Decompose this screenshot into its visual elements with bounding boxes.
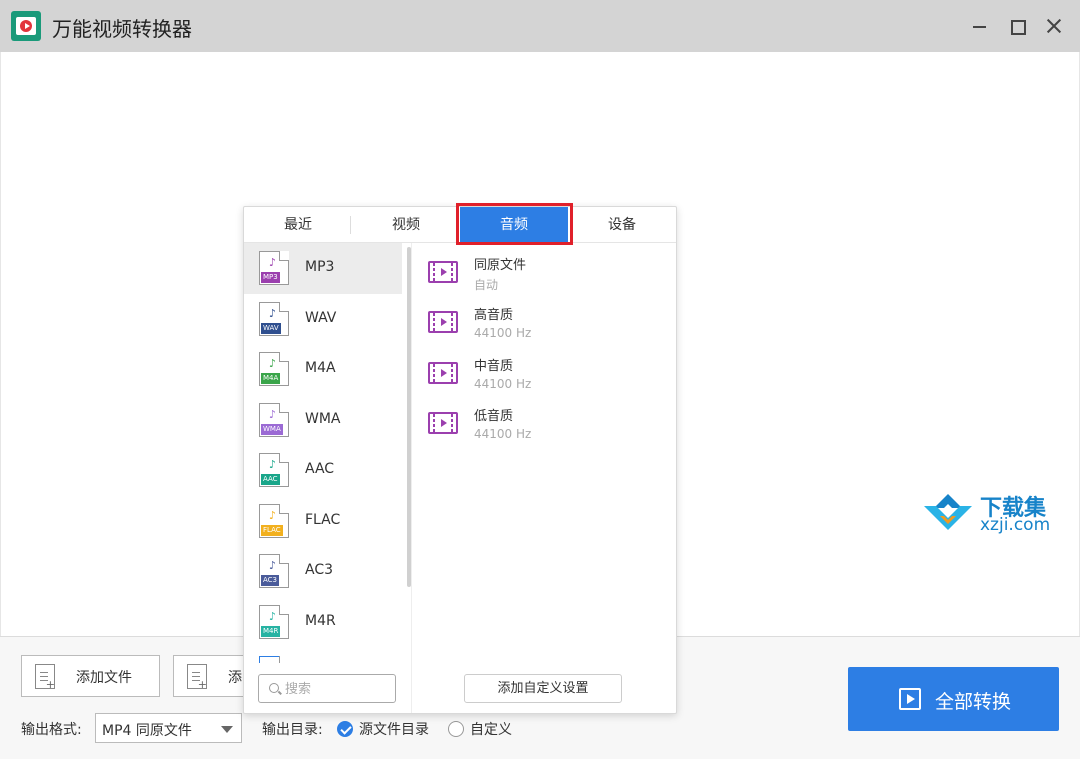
preset-item[interactable]: 同原文件 自动 xyxy=(428,249,668,300)
output-format-value: MP4 同原文件 xyxy=(102,723,192,739)
output-format-select[interactable]: MP4 同原文件 xyxy=(95,713,242,743)
preset-name: 低音质 xyxy=(474,409,514,424)
preset-item[interactable]: 高音质 44100 Hz xyxy=(428,299,668,350)
source-dir-label[interactable]: 源文件目录 xyxy=(359,719,429,739)
video-file-icon xyxy=(428,311,458,333)
maximize-icon[interactable] xyxy=(1003,12,1031,40)
format-item-m4a[interactable]: ♪ M4A M4A xyxy=(244,344,402,395)
preset-name: 高音质 xyxy=(474,308,514,323)
add-folder-label: 添 xyxy=(228,670,242,686)
video-file-icon xyxy=(428,412,458,434)
add-file-button[interactable]: 添加文件 xyxy=(21,655,160,697)
format-label: AC3 xyxy=(305,562,334,578)
preset-detail: 自动 xyxy=(474,278,499,292)
tab-video[interactable]: 视频 xyxy=(352,207,460,243)
app-logo-icon xyxy=(11,11,41,41)
aac-file-icon: ♪ AAC xyxy=(259,453,289,487)
tab-recent[interactable]: 最近 xyxy=(244,207,352,243)
add-file-label: 添加文件 xyxy=(76,670,132,686)
preset-detail: 44100 Hz xyxy=(474,377,532,391)
format-item-ac3[interactable]: ♪ AC3 AC3 xyxy=(244,546,402,597)
play-icon xyxy=(899,688,921,710)
tab-device[interactable]: 设备 xyxy=(568,207,676,243)
video-file-icon xyxy=(428,362,458,384)
format-search[interactable] xyxy=(258,674,396,703)
format-item-mp3[interactable]: ♪ MP3 MP3 xyxy=(244,243,402,294)
add-folder-icon xyxy=(187,664,207,691)
format-item-wma[interactable]: ♪ WMA WMA xyxy=(244,395,402,446)
format-popup: 最近 视频 音频 设备 ♪ MP3 MP3 ♪ WAV WAV ♪ M4A M4… xyxy=(243,203,677,714)
format-item-wav[interactable]: ♪ WAV WAV xyxy=(244,294,402,345)
preset-name: 同原文件 xyxy=(474,258,527,273)
chevron-down-icon xyxy=(221,726,233,733)
format-item-m4r[interactable]: ♪ M4R M4R xyxy=(244,597,402,648)
flac-file-icon: ♪ FLAC xyxy=(259,504,289,538)
preset-item[interactable]: 低音质 44100 Hz xyxy=(428,400,668,451)
format-label: M4A xyxy=(305,360,336,376)
format-item-partial[interactable] xyxy=(244,648,402,663)
watermark-logo-icon xyxy=(922,492,974,532)
format-label: M4R xyxy=(305,613,336,629)
format-item-flac[interactable]: ♪ FLAC FLAC xyxy=(244,496,402,547)
format-label: FLAC xyxy=(305,512,341,528)
add-custom-setting-button[interactable]: 添加自定义设置 xyxy=(464,674,622,703)
tab-divider xyxy=(350,216,351,234)
wma-file-icon: ♪ WMA xyxy=(259,403,289,437)
search-input[interactable] xyxy=(285,679,385,699)
preset-item[interactable]: 中音质 44100 Hz xyxy=(428,350,668,401)
list-divider xyxy=(411,243,412,713)
minimize-icon[interactable] xyxy=(966,12,994,40)
format-list: ♪ MP3 MP3 ♪ WAV WAV ♪ M4A M4A ♪ WMA WMA xyxy=(244,243,404,663)
title-bar: 万能视频转换器 xyxy=(0,0,1080,52)
add-file-icon xyxy=(35,664,55,691)
convert-all-button[interactable]: 全部转换 xyxy=(848,667,1059,731)
close-icon[interactable] xyxy=(1040,12,1068,40)
preset-detail: 44100 Hz xyxy=(474,427,532,441)
preset-name: 中音质 xyxy=(474,359,514,374)
format-label: MP3 xyxy=(305,259,335,275)
m4r-file-icon: ♪ M4R xyxy=(259,605,289,639)
ac3-file-icon: ♪ AC3 xyxy=(259,554,289,588)
video-file-icon xyxy=(428,261,458,283)
convert-all-label: 全部转换 xyxy=(935,691,1012,713)
wav-file-icon: ♪ WAV xyxy=(259,302,289,336)
tab-audio[interactable]: 音频 xyxy=(460,207,568,243)
m4a-file-icon: ♪ M4A xyxy=(259,352,289,386)
format-item-aac[interactable]: ♪ AAC AAC xyxy=(244,445,402,496)
watermark-url: xzji.com xyxy=(980,515,1051,535)
format-label: AAC xyxy=(305,461,335,477)
app-title: 万能视频转换器 xyxy=(52,17,192,41)
source-dir-radio[interactable] xyxy=(337,721,353,737)
format-label: WMA xyxy=(305,411,341,427)
custom-dir-radio[interactable] xyxy=(448,721,464,737)
output-dir-label: 输出目录: xyxy=(262,722,323,738)
mp3-file-icon: ♪ MP3 xyxy=(259,251,289,285)
format-label: WAV xyxy=(305,310,337,326)
file-icon xyxy=(259,656,289,663)
preset-detail: 44100 Hz xyxy=(474,326,532,340)
custom-dir-label[interactable]: 自定义 xyxy=(470,719,512,739)
format-tabs: 最近 视频 音频 设备 xyxy=(244,203,676,245)
search-icon xyxy=(269,683,279,693)
output-format-label: 输出格式: xyxy=(21,722,82,738)
